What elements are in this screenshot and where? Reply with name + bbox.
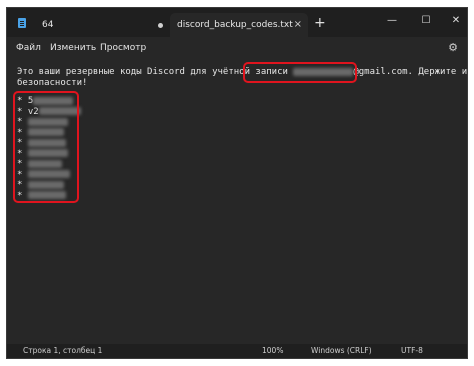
line-endings[interactable]: Windows (CRLF) [311, 344, 372, 358]
email-domain: @gmail.com [353, 67, 408, 77]
menu-edit[interactable]: Изменить [50, 37, 96, 59]
encoding[interactable]: UTF-8 [401, 344, 423, 358]
zoom-level[interactable]: 100% [262, 344, 283, 358]
line1-text-after: . Держите их в [407, 67, 468, 77]
close-window-button[interactable]: ✕ [443, 13, 467, 29]
tab-label: 64 [42, 20, 54, 30]
notepad-window: 64 discord_backup_codes.txt × + — ☐ ✕ Фа… [6, 7, 468, 359]
email-highlight-box [243, 62, 357, 83]
maximize-button[interactable]: ☐ [413, 13, 439, 29]
status-bar: Строка 1, столбец 1 100% Windows (CRLF) … [7, 344, 467, 358]
tab-label: discord_backup_codes.txt [177, 20, 293, 30]
menu-file[interactable]: Файл [16, 37, 41, 59]
codes-highlight-box [13, 91, 79, 203]
cursor-position: Строка 1, столбец 1 [23, 346, 103, 355]
new-tab-button[interactable]: + [314, 16, 326, 30]
close-tab-icon[interactable]: × [294, 13, 302, 37]
tab-discord-backup-codes[interactable]: discord_backup_codes.txt × [170, 13, 308, 37]
editor-line-2: безопасности! [17, 78, 88, 88]
notepad-app-icon [18, 18, 26, 28]
unsaved-dot-icon [158, 23, 163, 28]
menu-view[interactable]: Просмотр [100, 37, 146, 59]
title-bar: 64 discord_backup_codes.txt × + — ☐ ✕ [7, 8, 467, 37]
minimize-button[interactable]: — [379, 13, 405, 29]
tab-64[interactable]: 64 [35, 13, 170, 37]
settings-gear-icon[interactable]: ⚙ [448, 40, 458, 56]
text-editor[interactable]: Это ваши резервные коды Discord для учёт… [7, 59, 467, 345]
menu-bar: Файл Изменить Просмотр ⚙ [7, 37, 467, 59]
